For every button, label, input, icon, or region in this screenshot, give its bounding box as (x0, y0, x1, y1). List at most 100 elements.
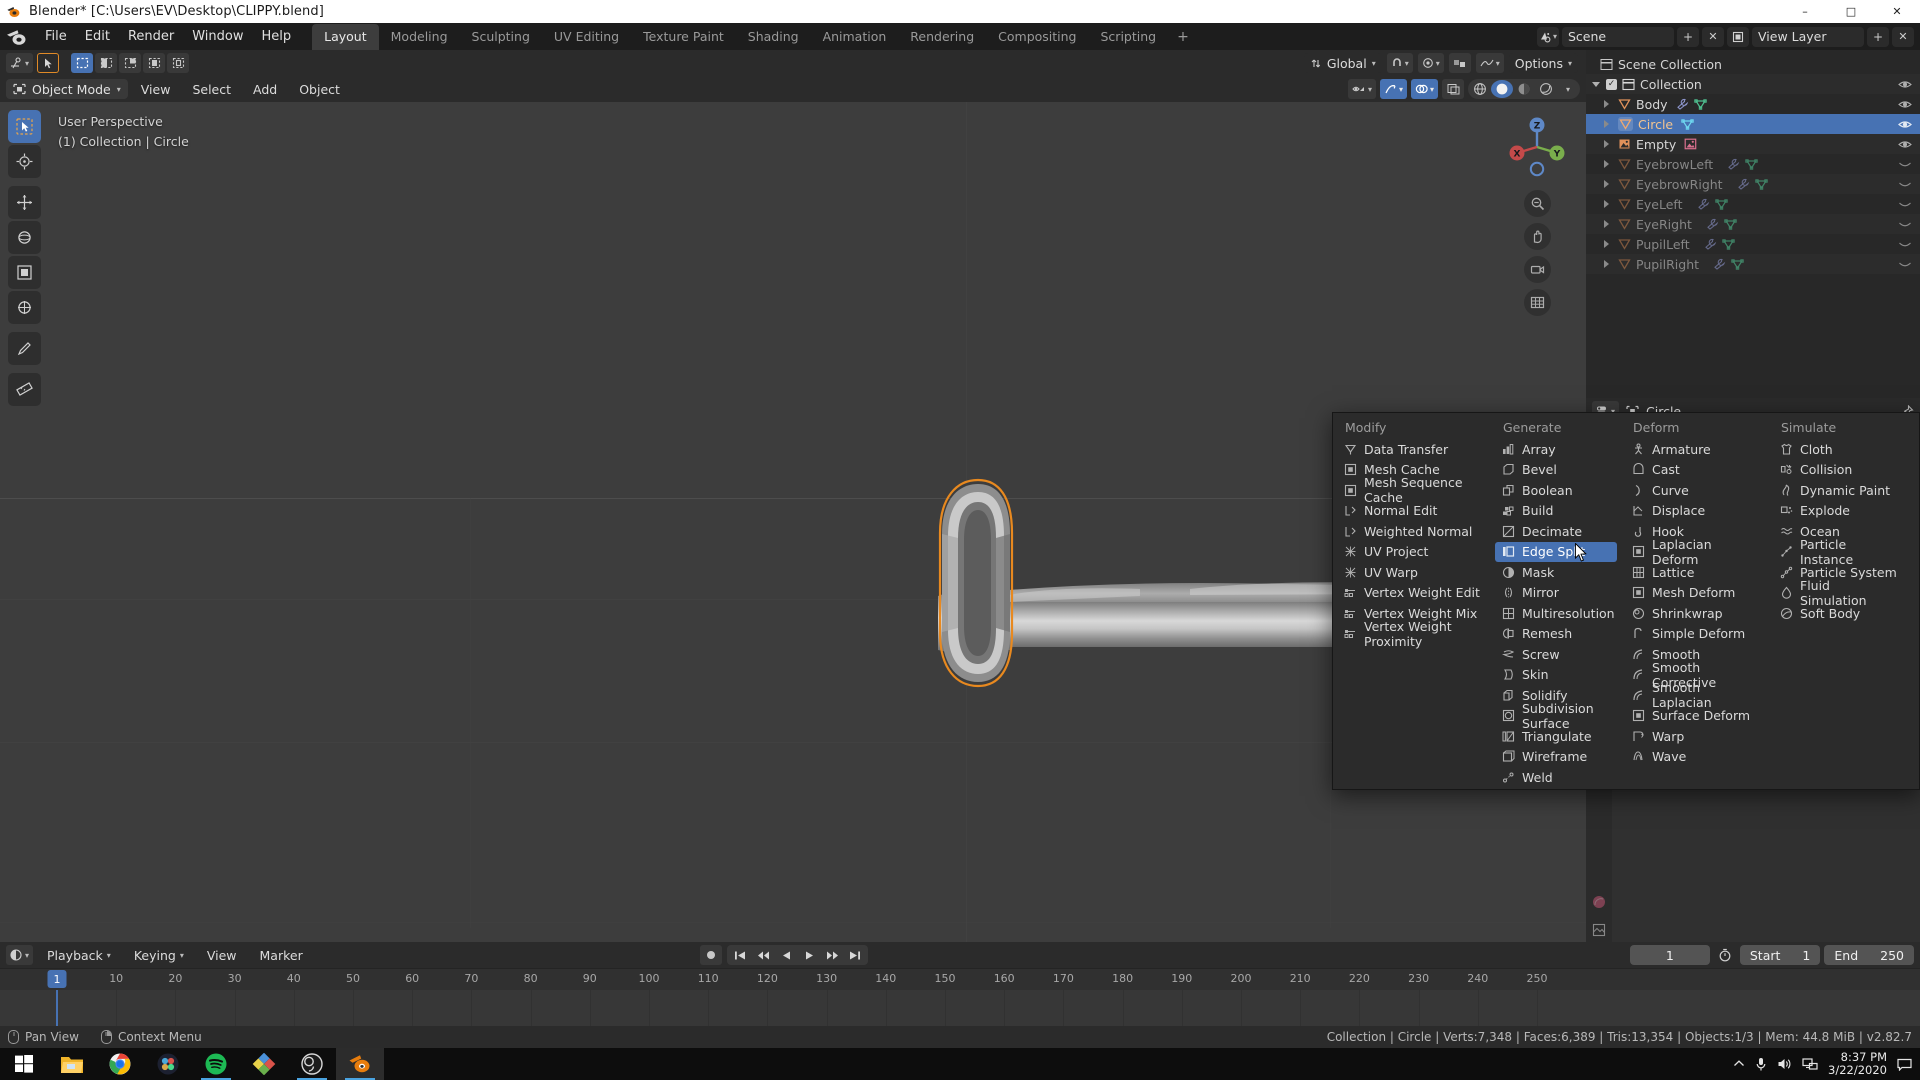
blender-app-icon[interactable] (6, 27, 28, 47)
select-box-button[interactable] (71, 53, 94, 73)
modifier-item-warp[interactable]: Warp (1625, 726, 1765, 747)
previous-keyframe-button[interactable] (752, 946, 774, 964)
navigation-gizmo[interactable]: Z Y X (1500, 110, 1574, 184)
editor-type-selector[interactable]: ▾ (6, 53, 34, 73)
blender-taskbar-button[interactable] (336, 1048, 384, 1080)
next-keyframe-button[interactable] (821, 946, 843, 964)
tab-uv-editing[interactable]: UV Editing (542, 24, 631, 50)
tab-shading[interactable]: Shading (736, 24, 811, 50)
clock-display[interactable]: 8:37 PM 3/22/2020 (1828, 1051, 1887, 1077)
minimize-button[interactable]: – (1782, 0, 1828, 23)
modifier-item-explode[interactable]: Explode (1773, 501, 1905, 522)
delete-scene-button[interactable]: ✕ (1702, 26, 1724, 47)
outliner-row-eyebrowleft[interactable]: EyebrowLeft (1586, 154, 1920, 174)
delete-view-layer-button[interactable]: ✕ (1892, 26, 1914, 47)
play-button[interactable] (798, 946, 820, 964)
snap-magnet-button[interactable]: ▾ (1386, 53, 1413, 73)
tool-rotate[interactable] (8, 221, 41, 254)
menu-render[interactable]: Render (119, 26, 183, 47)
modifier-item-mirror[interactable]: Mirror (1495, 583, 1617, 604)
visibility-closed-eye-icon[interactable] (1898, 159, 1912, 170)
tab-material-properties[interactable] (1589, 892, 1609, 912)
modifier-item-mesh-sequence-cache[interactable]: Mesh Sequence Cache (1337, 475, 1487, 505)
outliner-row-pupilleft[interactable]: PupilLeft (1586, 234, 1920, 254)
modifier-item-simple-deform[interactable]: Simple Deform (1625, 624, 1765, 645)
tab-texture-properties[interactable] (1589, 920, 1609, 940)
timeline-editor[interactable]: ▾ Playback ▾ Keying ▾ View Marker 1 Star… (0, 942, 1920, 1026)
visibility-eye-icon[interactable] (1898, 79, 1912, 90)
tool-transform[interactable] (8, 291, 41, 324)
tab-texture-paint[interactable]: Texture Paint (631, 24, 736, 50)
viewport-menu-object[interactable]: Object (290, 80, 349, 99)
modifier-item-displace[interactable]: Displace (1625, 501, 1765, 522)
select-difference-button[interactable] (167, 53, 190, 73)
modifier-item-shrinkwrap[interactable]: Shrinkwrap (1625, 603, 1765, 624)
davinci-resolve-button[interactable] (144, 1048, 192, 1080)
curve-snapping-button[interactable]: ▾ (1475, 53, 1504, 73)
maximize-button[interactable]: □ (1828, 0, 1874, 23)
new-view-layer-button[interactable]: + (1867, 26, 1889, 47)
expand-triangle-icon[interactable] (1604, 140, 1609, 148)
modifier-item-wave[interactable]: Wave (1625, 747, 1765, 768)
add-workspace-button[interactable]: + (1168, 24, 1198, 50)
proportional-edit-button[interactable]: ▾ (1417, 53, 1444, 73)
use-preview-range-icon[interactable] (1714, 945, 1736, 965)
modifier-item-vertex-weight-proximity[interactable]: Vertex Weight Proximity (1337, 619, 1487, 649)
view-layer-field[interactable]: View Layer (1752, 26, 1864, 47)
expand-triangle-icon[interactable] (1604, 200, 1609, 208)
tab-rendering[interactable]: Rendering (898, 24, 986, 50)
tool-measure[interactable] (8, 373, 41, 406)
select-subtract-button[interactable] (119, 53, 142, 73)
menu-window[interactable]: Window (183, 26, 252, 47)
modifier-item-cast[interactable]: Cast (1625, 460, 1765, 481)
frame-range-fields[interactable]: Start 1 (1739, 945, 1821, 965)
shading-rendered-button[interactable] (1535, 80, 1557, 98)
show-gizmo-button[interactable]: ▾ (1379, 79, 1407, 99)
outliner-row-eyeright[interactable]: EyeRight (1586, 214, 1920, 234)
modifier-item-fluid-simulation[interactable]: Fluid Simulation (1773, 578, 1905, 608)
tab-sculpting[interactable]: Sculpting (460, 24, 542, 50)
menu-file[interactable]: File (36, 26, 76, 47)
shading-solid-button[interactable] (1491, 80, 1513, 98)
outliner-panel[interactable]: Scene Collection ✓ Collection Body Circl… (1586, 50, 1920, 398)
object-type-visibility-button[interactable]: ▾ (1347, 79, 1376, 99)
outliner-row-collection[interactable]: ✓ Collection (1586, 74, 1920, 94)
tab-scripting[interactable]: Scripting (1089, 24, 1169, 50)
end-frame-field[interactable]: End 250 (1824, 945, 1914, 965)
modifier-item-weighted-normal[interactable]: Weighted Normal (1337, 521, 1487, 542)
modifier-item-build[interactable]: Build (1495, 501, 1617, 522)
visibility-closed-eye-icon[interactable] (1898, 239, 1912, 250)
timeline-menu-view[interactable]: View (198, 946, 246, 965)
object-mode-selector[interactable]: Object Mode ▾ (6, 79, 128, 99)
visibility-closed-eye-icon[interactable] (1898, 199, 1912, 210)
zoom-gizmo-button[interactable] (1523, 190, 1551, 217)
tool-scale[interactable] (8, 256, 41, 289)
modifier-item-edge-split[interactable]: Edge Split (1495, 541, 1617, 562)
expand-triangle-icon[interactable] (1592, 81, 1600, 87)
toggle-xray-button[interactable] (1442, 79, 1464, 99)
tab-layout[interactable]: Layout (312, 24, 379, 50)
modifier-item-dynamic-paint[interactable]: Dynamic Paint (1773, 480, 1905, 501)
transform-orientation-selector[interactable]: Global ▾ (1303, 53, 1382, 73)
camera-view-button[interactable] (1523, 256, 1551, 283)
select-intersect-button[interactable] (143, 53, 166, 73)
network-icon[interactable] (1802, 1057, 1818, 1071)
outliner-row-body[interactable]: Body (1586, 94, 1920, 114)
timeline-track-area[interactable] (0, 990, 1920, 1026)
viewport-menu-add[interactable]: Add (244, 80, 286, 99)
show-overlays-button[interactable]: ▾ (1410, 79, 1438, 99)
timeline-menu-keying[interactable]: Keying ▾ (125, 946, 193, 965)
tool-annotate[interactable] (8, 332, 41, 365)
expand-triangle-icon[interactable] (1604, 100, 1609, 108)
current-frame-field[interactable]: 1 (1629, 945, 1710, 965)
visual-studio-button[interactable] (240, 1048, 288, 1080)
modifier-item-wireframe[interactable]: Wireframe (1495, 747, 1617, 768)
modifier-item-weld[interactable]: Weld (1495, 767, 1617, 788)
file-explorer-button[interactable] (48, 1048, 96, 1080)
menu-edit[interactable]: Edit (76, 26, 119, 47)
expand-triangle-icon[interactable] (1604, 120, 1609, 128)
obs-studio-button[interactable] (288, 1048, 336, 1080)
notification-center-icon[interactable] (1897, 1058, 1912, 1071)
viewport-menu-select[interactable]: Select (183, 80, 240, 99)
select-extend-button[interactable] (95, 53, 118, 73)
